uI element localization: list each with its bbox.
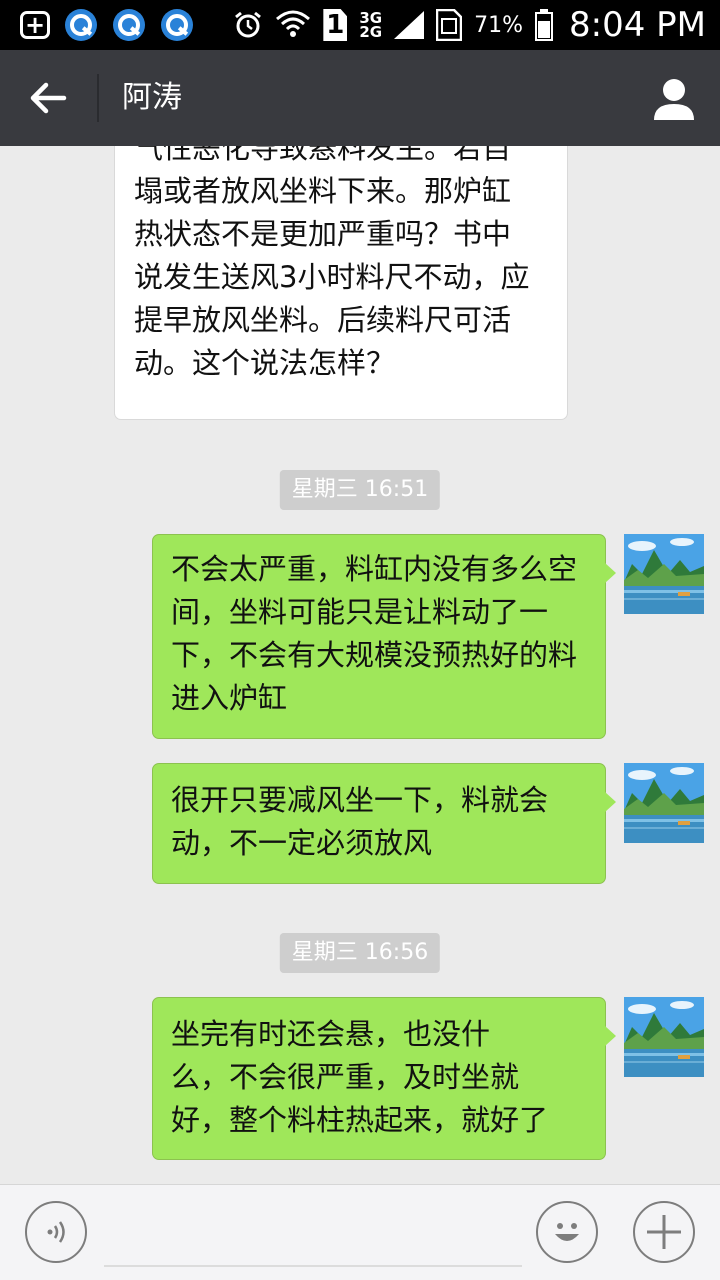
system-indicators: 1 3G 2G 71% 8:04 PM	[221, 0, 706, 50]
message-line: 说发生送风3小时料尺不动，应	[134, 260, 530, 294]
chat-screen: + 1 3G 2G 71% 8:04 PM 阿涛 气性恶化导致悬料发生。若自 塌…	[0, 0, 720, 1280]
alarm-icon	[235, 11, 262, 38]
qq-icon	[65, 9, 97, 41]
message-line: 进入炉缸	[171, 681, 288, 715]
plus-icon	[647, 1215, 681, 1249]
outgoing-message-bubble[interactable]: 坐完有时还会悬，也没什 么，不会很严重，及时坐就 好，整个料柱热起来，就好了	[152, 997, 616, 1160]
voice-icon	[47, 1221, 65, 1243]
battery-percent: 71%	[474, 12, 523, 38]
status-bar: + 1 3G 2G 71% 8:04 PM	[0, 0, 720, 50]
timestamp-divider: 星期三 16:56	[279, 933, 441, 973]
person-icon[interactable]	[650, 74, 698, 122]
message-line: 塌或者放风坐料下来。那炉缸	[134, 174, 512, 208]
message-line: 热状态不是更加严重吗？书中	[134, 217, 512, 251]
outgoing-message-bubble[interactable]: 不会太严重，料缸内没有多么空 间，坐料可能只是让料动了一 下，不会有大规模没预热…	[152, 534, 616, 739]
avatar[interactable]	[624, 997, 704, 1077]
message-list[interactable]: 气性恶化导致悬料发生。若自 塌或者放风坐料下来。那炉缸 热状态不是更加严重吗？书…	[0, 146, 720, 1184]
voice-button[interactable]	[25, 1201, 87, 1263]
clock: 8:04 PM	[569, 5, 706, 45]
message-line: 很开只要减风坐一下，料就会	[171, 783, 549, 817]
message-input[interactable]	[104, 1197, 522, 1267]
message-line: 下，不会有大规模没预热好的料	[171, 638, 578, 672]
avatar[interactable]	[624, 534, 704, 614]
message-line: 动，不一定必须放风	[171, 826, 433, 860]
more-button[interactable]	[633, 1201, 695, 1263]
network-type: 3G 2G	[359, 11, 383, 41]
input-bar	[0, 1184, 720, 1280]
smiley-icon	[555, 1223, 579, 1241]
outgoing-message-bubble[interactable]: 很开只要减风坐一下，料就会 动，不一定必须放风	[152, 763, 616, 884]
plus-box-icon: +	[20, 11, 50, 39]
message-line: 不会太严重，料缸内没有多么空	[171, 552, 578, 586]
qq-icon	[161, 9, 193, 41]
header-divider	[97, 74, 99, 122]
notification-icons: +	[20, 9, 194, 41]
message-line: 动。这个说法怎样？	[134, 346, 396, 380]
signal-icon	[394, 11, 425, 39]
chat-title: 阿涛	[122, 80, 182, 115]
qq-icon	[113, 9, 145, 41]
avatar[interactable]	[624, 763, 704, 843]
sim-card-icon	[436, 9, 463, 41]
network-type-bottom: 2G	[359, 23, 383, 41]
emoji-button[interactable]	[536, 1201, 598, 1263]
message-line: 提早放风坐料。后续料尺可活	[134, 303, 512, 337]
message-line: 气性恶化导致悬料发生。若自	[134, 146, 512, 165]
chat-header: 阿涛	[0, 50, 720, 146]
battery-icon	[535, 9, 553, 41]
incoming-message-bubble[interactable]: 气性恶化导致悬料发生。若自 塌或者放风坐料下来。那炉缸 热状态不是更加严重吗？书…	[114, 146, 568, 420]
message-line: 坐完有时还会悬，也没什	[171, 1017, 491, 1051]
timestamp-divider: 星期三 16:51	[279, 470, 441, 510]
message-line: 好，整个料柱热起来，就好了	[171, 1103, 549, 1137]
message-line: 么，不会很严重，及时坐就	[171, 1060, 520, 1094]
back-arrow-icon[interactable]	[26, 76, 70, 120]
message-line: 间，坐料可能只是让料动了一	[171, 595, 549, 629]
wifi-icon	[276, 10, 311, 37]
sim-indicator: 1	[323, 9, 348, 41]
